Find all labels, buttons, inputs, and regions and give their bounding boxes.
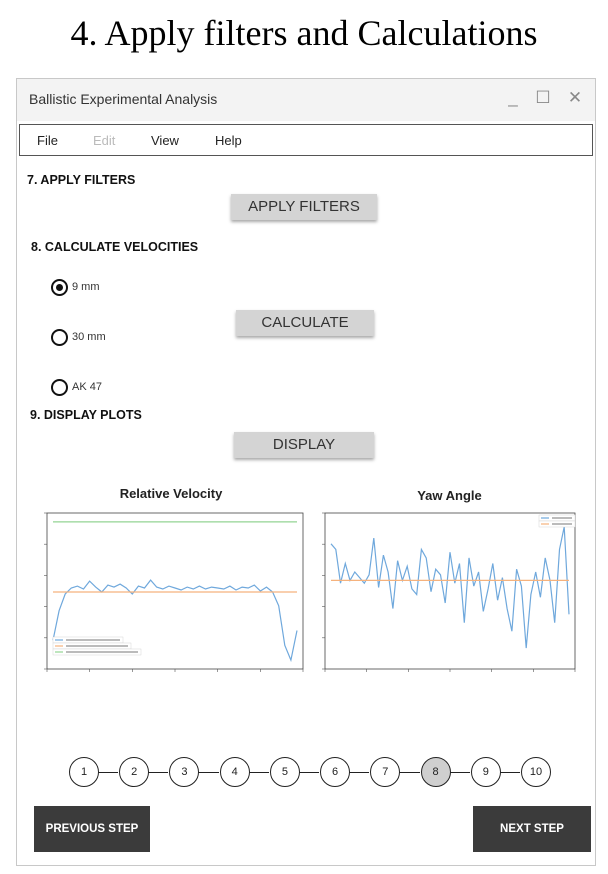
radio-label: 30 mm: [72, 331, 106, 343]
legend-label-illegible: [66, 651, 138, 653]
radio-button[interactable]: [51, 279, 68, 296]
display-button[interactable]: DISPLAY: [234, 432, 374, 458]
step-3[interactable]: 3: [169, 757, 200, 787]
step-connector: [198, 772, 219, 773]
display-plots-heading: 9. DISPLAY PLOTS: [30, 408, 142, 422]
plot-frame: [324, 512, 576, 670]
step-connector: [399, 772, 420, 773]
menu-file[interactable]: File: [37, 133, 58, 148]
previous-step-button[interactable]: PREVIOUS STEP: [34, 806, 150, 852]
menu-edit[interactable]: Edit: [93, 133, 115, 148]
step-connector: [298, 772, 320, 773]
radio-selected-dot: [56, 284, 63, 291]
calculate-button[interactable]: CALCULATE: [236, 310, 374, 336]
close-icon[interactable]: ✕: [565, 88, 585, 108]
legend-label-illegible: [552, 523, 572, 525]
next-step-button[interactable]: NEXT STEP: [473, 806, 591, 852]
legend-label-illegible: [66, 645, 128, 647]
step-connector: [148, 772, 169, 773]
step-9[interactable]: 9: [470, 757, 501, 787]
plot-legend: [538, 514, 576, 528]
apply-filters-heading: 7. APPLY FILTERS: [27, 173, 136, 187]
menu-bar: File Edit View Help: [19, 124, 593, 156]
apply-filters-button[interactable]: APPLY FILTERS: [231, 194, 377, 220]
step-4[interactable]: 4: [219, 757, 250, 787]
title-bar: Ballistic Experimental Analysis _ ☐ ✕: [17, 79, 595, 121]
step-6[interactable]: 6: [320, 757, 351, 787]
relative-velocity-title: Relative Velocity: [119, 486, 223, 501]
minimize-icon[interactable]: _: [503, 88, 523, 108]
window-title: Ballistic Experimental Analysis: [29, 91, 218, 107]
app-window: Ballistic Experimental Analysis _ ☐ ✕ Fi…: [16, 78, 596, 866]
radio-button[interactable]: [51, 329, 68, 346]
step-connector: [98, 772, 119, 773]
step-progress: 1 2 3 4 5 6 7 8 9 10: [69, 757, 551, 787]
step-10[interactable]: 10: [521, 757, 551, 787]
step-connector: [349, 772, 370, 773]
legend-label-illegible: [552, 517, 572, 519]
step-5[interactable]: 5: [269, 757, 300, 787]
step-7[interactable]: 7: [370, 757, 401, 787]
menu-help[interactable]: Help: [215, 133, 242, 148]
step-2[interactable]: 2: [119, 757, 150, 787]
step-connector: [248, 772, 269, 773]
menu-view[interactable]: View: [151, 133, 179, 148]
relative-velocity-plot: [44, 512, 304, 672]
yaw-angle-title: Yaw Angle: [417, 488, 482, 503]
yaw-angle-plot: [322, 512, 576, 672]
legend-label-illegible: [66, 639, 120, 641]
radio-label: AK 47: [72, 381, 102, 393]
step-connector: [449, 772, 470, 773]
step-8[interactable]: 8: [420, 757, 451, 787]
page-heading: 4. Apply filters and Calculations: [70, 13, 538, 53]
step-connector: [499, 772, 520, 773]
maximize-icon[interactable]: ☐: [533, 88, 553, 108]
step-1[interactable]: 1: [69, 757, 99, 787]
radio-button[interactable]: [51, 379, 68, 396]
calculate-velocities-heading: 8. CALCULATE VELOCITIES: [31, 240, 199, 254]
radio-label: 9 mm: [72, 281, 100, 293]
